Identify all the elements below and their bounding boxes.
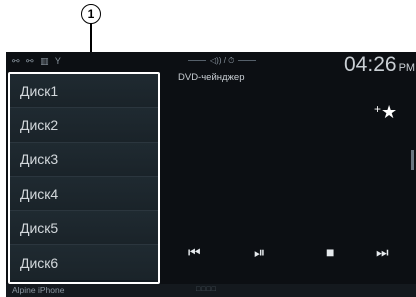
stop-icon[interactable]: ■ xyxy=(326,244,334,260)
clock-time: 04:26 xyxy=(344,53,397,76)
volume-icon: ◁)) / ⏱ xyxy=(210,56,235,65)
divider xyxy=(238,60,257,62)
plus-icon: + xyxy=(374,102,382,116)
disc-list: Диск1 Диск2 Диск3 Диск4 Диск5 Диск6 xyxy=(8,72,160,284)
disc-label: Диск6 xyxy=(20,254,59,271)
disc-label: Диск4 xyxy=(20,185,59,202)
clock-ampm: PM xyxy=(398,62,416,74)
head-unit-screen: ⚯ ⚯ ▥ Y ◁)) / ⏱ 04:26 PM Диск1 Диск2 Диск… xyxy=(6,52,416,297)
bottom-bar: Alpine iPhone □□□□ xyxy=(6,284,416,297)
page-indicator: □□□□ xyxy=(196,286,217,293)
disc-label: Диск2 xyxy=(20,116,59,133)
source-name: Alpine iPhone xyxy=(12,285,65,295)
disc-label: Диск1 xyxy=(20,82,59,99)
disc-item-3[interactable]: Диск3 xyxy=(10,142,158,177)
scroll-indicator xyxy=(411,150,414,170)
disc-item-6[interactable]: Диск6 xyxy=(10,245,158,280)
disc-item-5[interactable]: Диск5 xyxy=(10,211,158,246)
previous-track-icon[interactable]: ⏮ xyxy=(188,244,201,261)
playback-controls: ⏮ ⏯ ■ ⏭ xyxy=(176,244,416,264)
next-track-icon[interactable]: ⏭ xyxy=(376,244,389,261)
callout-number: 1 xyxy=(81,4,101,24)
divider xyxy=(188,60,206,62)
add-favorite-button[interactable]: +★ xyxy=(374,102,397,123)
disc-item-4[interactable]: Диск4 xyxy=(10,176,158,212)
volume-timer-icons: ◁)) / ⏱ xyxy=(184,56,260,66)
status-bar: ⚯ ⚯ ▥ Y ◁)) / ⏱ 04:26 PM xyxy=(6,52,416,76)
disc-label: Диск5 xyxy=(20,219,59,236)
status-icons: ⚯ ⚯ ▥ Y xyxy=(12,56,63,66)
play-pause-icon[interactable]: ⏯ xyxy=(254,244,265,261)
clock: 04:26 PM xyxy=(344,53,415,77)
star-icon: ★ xyxy=(381,102,398,122)
disc-item-2[interactable]: Диск2 xyxy=(10,108,158,143)
source-title: DVD-чейнджер xyxy=(178,72,245,83)
disc-item-1[interactable]: Диск1 xyxy=(10,74,158,109)
disc-label: Диск3 xyxy=(20,151,59,168)
